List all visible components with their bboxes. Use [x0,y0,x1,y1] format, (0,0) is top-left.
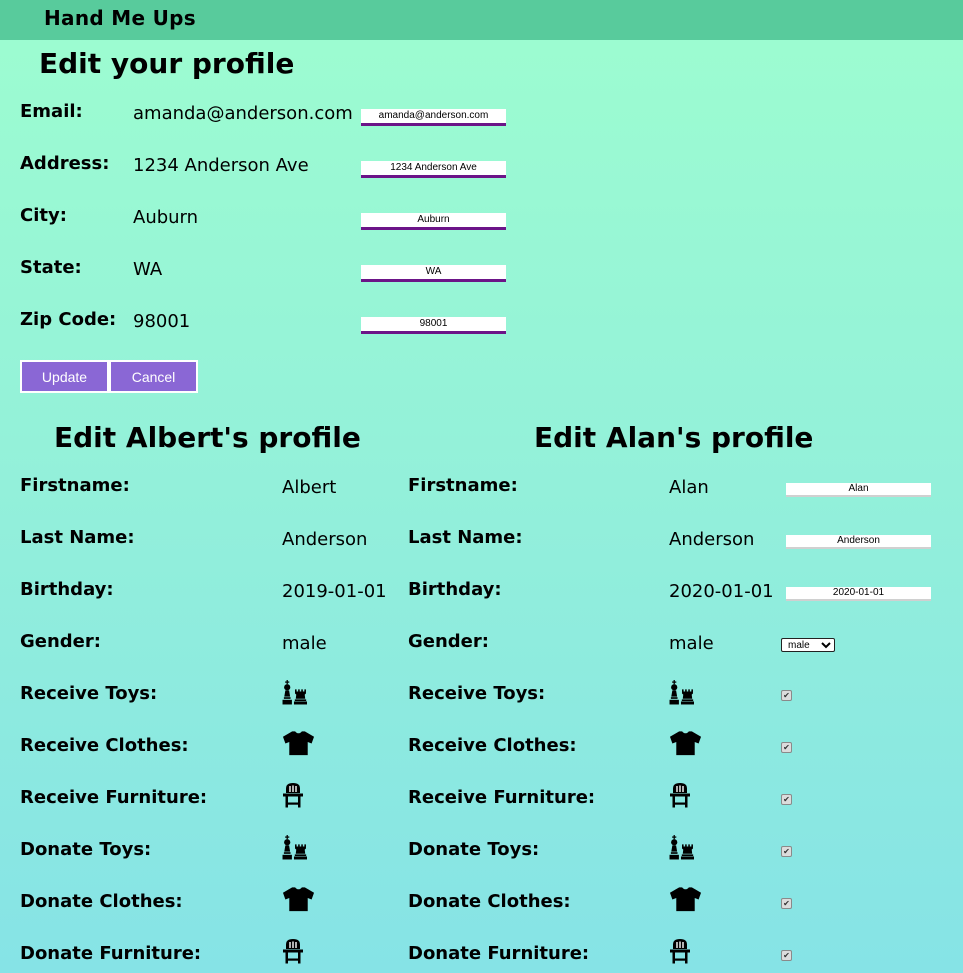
alan-receive-furniture-checkbox[interactable]: ✔ [781,794,792,805]
albert-receive-clothes-label: Receive Clothes: [20,735,189,756]
alan-receive-furniture-chair-icon [669,782,691,808]
albert-lastname-value: Anderson [282,529,368,550]
albert-gender-label: Gender: [20,631,101,652]
albert-receive-furniture-chair-icon [282,782,304,808]
app-title[interactable]: Hand Me Ups [44,6,196,30]
alan-firstname-label: Firstname: [408,475,518,496]
alan-receive-toys-chess-pieces-icon [669,680,694,705]
albert-receive-furniture-label: Receive Furniture: [20,787,208,808]
email-input[interactable] [361,109,506,126]
alan-birthday-value: 2020-01-01 [669,581,774,602]
alan-birthday-input[interactable] [786,587,931,601]
albert-firstname-label: Firstname: [20,475,130,496]
address-value: 1234 Anderson Ave [133,155,309,176]
albert-receive-toys-label: Receive Toys: [20,683,158,704]
albert-receive-clothes-tshirt-icon [282,730,315,756]
albert-donate-furniture-label: Donate Furniture: [20,943,202,964]
alan-lastname-value: Anderson [669,529,755,550]
alan-birthday-label: Birthday: [408,579,502,600]
albert-birthday-label: Birthday: [20,579,114,600]
alan-receive-toys-label: Receive Toys: [408,683,546,704]
alan-donate-clothes-checkbox[interactable]: ✔ [781,898,792,909]
albert-profile-heading: Edit Albert's profile [54,421,361,454]
city-input[interactable] [361,213,506,230]
zip-code-input[interactable] [361,317,506,334]
alan-lastname-input[interactable] [786,535,931,549]
alan-donate-toys-checkbox[interactable]: ✔ [781,846,792,857]
alan-gender-value: male [669,633,714,654]
update-button[interactable]: Update [20,360,109,393]
parent-profile-heading: Edit your profile [39,47,295,80]
alan-donate-furniture-chair-icon [669,938,691,964]
state-label: State: [20,257,82,278]
zip-code-value: 98001 [133,311,191,332]
alan-receive-clothes-label: Receive Clothes: [408,735,577,756]
alan-gender-label: Gender: [408,631,489,652]
albert-donate-toys-label: Donate Toys: [20,839,152,860]
email-value: amanda@anderson.com [133,103,353,124]
zip-code-label: Zip Code: [20,309,117,330]
alan-donate-toys-chess-pieces-icon [669,835,694,860]
alan-lastname-label: Last Name: [408,527,523,548]
alan-donate-clothes-tshirt-icon [669,886,702,912]
state-input[interactable] [361,265,506,282]
alan-receive-toys-checkbox[interactable]: ✔ [781,690,792,701]
albert-gender-value: male [282,633,327,654]
city-value: Auburn [133,207,199,228]
email-label: Email: [20,101,83,122]
cancel-button[interactable]: Cancel [109,360,198,393]
address-label: Address: [20,153,110,174]
albert-donate-furniture-chair-icon [282,938,304,964]
albert-donate-toys-chess-pieces-icon [282,835,307,860]
albert-lastname-label: Last Name: [20,527,135,548]
city-label: City: [20,205,67,226]
alan-receive-clothes-checkbox[interactable]: ✔ [781,742,792,753]
alan-receive-clothes-tshirt-icon [669,730,702,756]
alan-donate-clothes-label: Donate Clothes: [408,891,571,912]
address-input[interactable] [361,161,506,178]
albert-firstname-value: Albert [282,477,337,498]
albert-birthday-value: 2019-01-01 [282,581,387,602]
alan-profile-heading: Edit Alan's profile [534,421,814,454]
alan-donate-toys-label: Donate Toys: [408,839,540,860]
alan-firstname-input[interactable] [786,483,931,497]
albert-donate-clothes-label: Donate Clothes: [20,891,183,912]
top-navbar: Hand Me Ups [0,0,963,40]
alan-firstname-value: Alan [669,477,709,498]
state-value: WA [133,259,163,280]
alan-gender-select[interactable]: male female [781,638,835,652]
alan-donate-furniture-label: Donate Furniture: [408,943,590,964]
albert-receive-toys-chess-pieces-icon [282,680,307,705]
alan-receive-furniture-label: Receive Furniture: [408,787,596,808]
alan-donate-furniture-checkbox[interactable]: ✔ [781,950,792,961]
albert-donate-clothes-tshirt-icon [282,886,315,912]
